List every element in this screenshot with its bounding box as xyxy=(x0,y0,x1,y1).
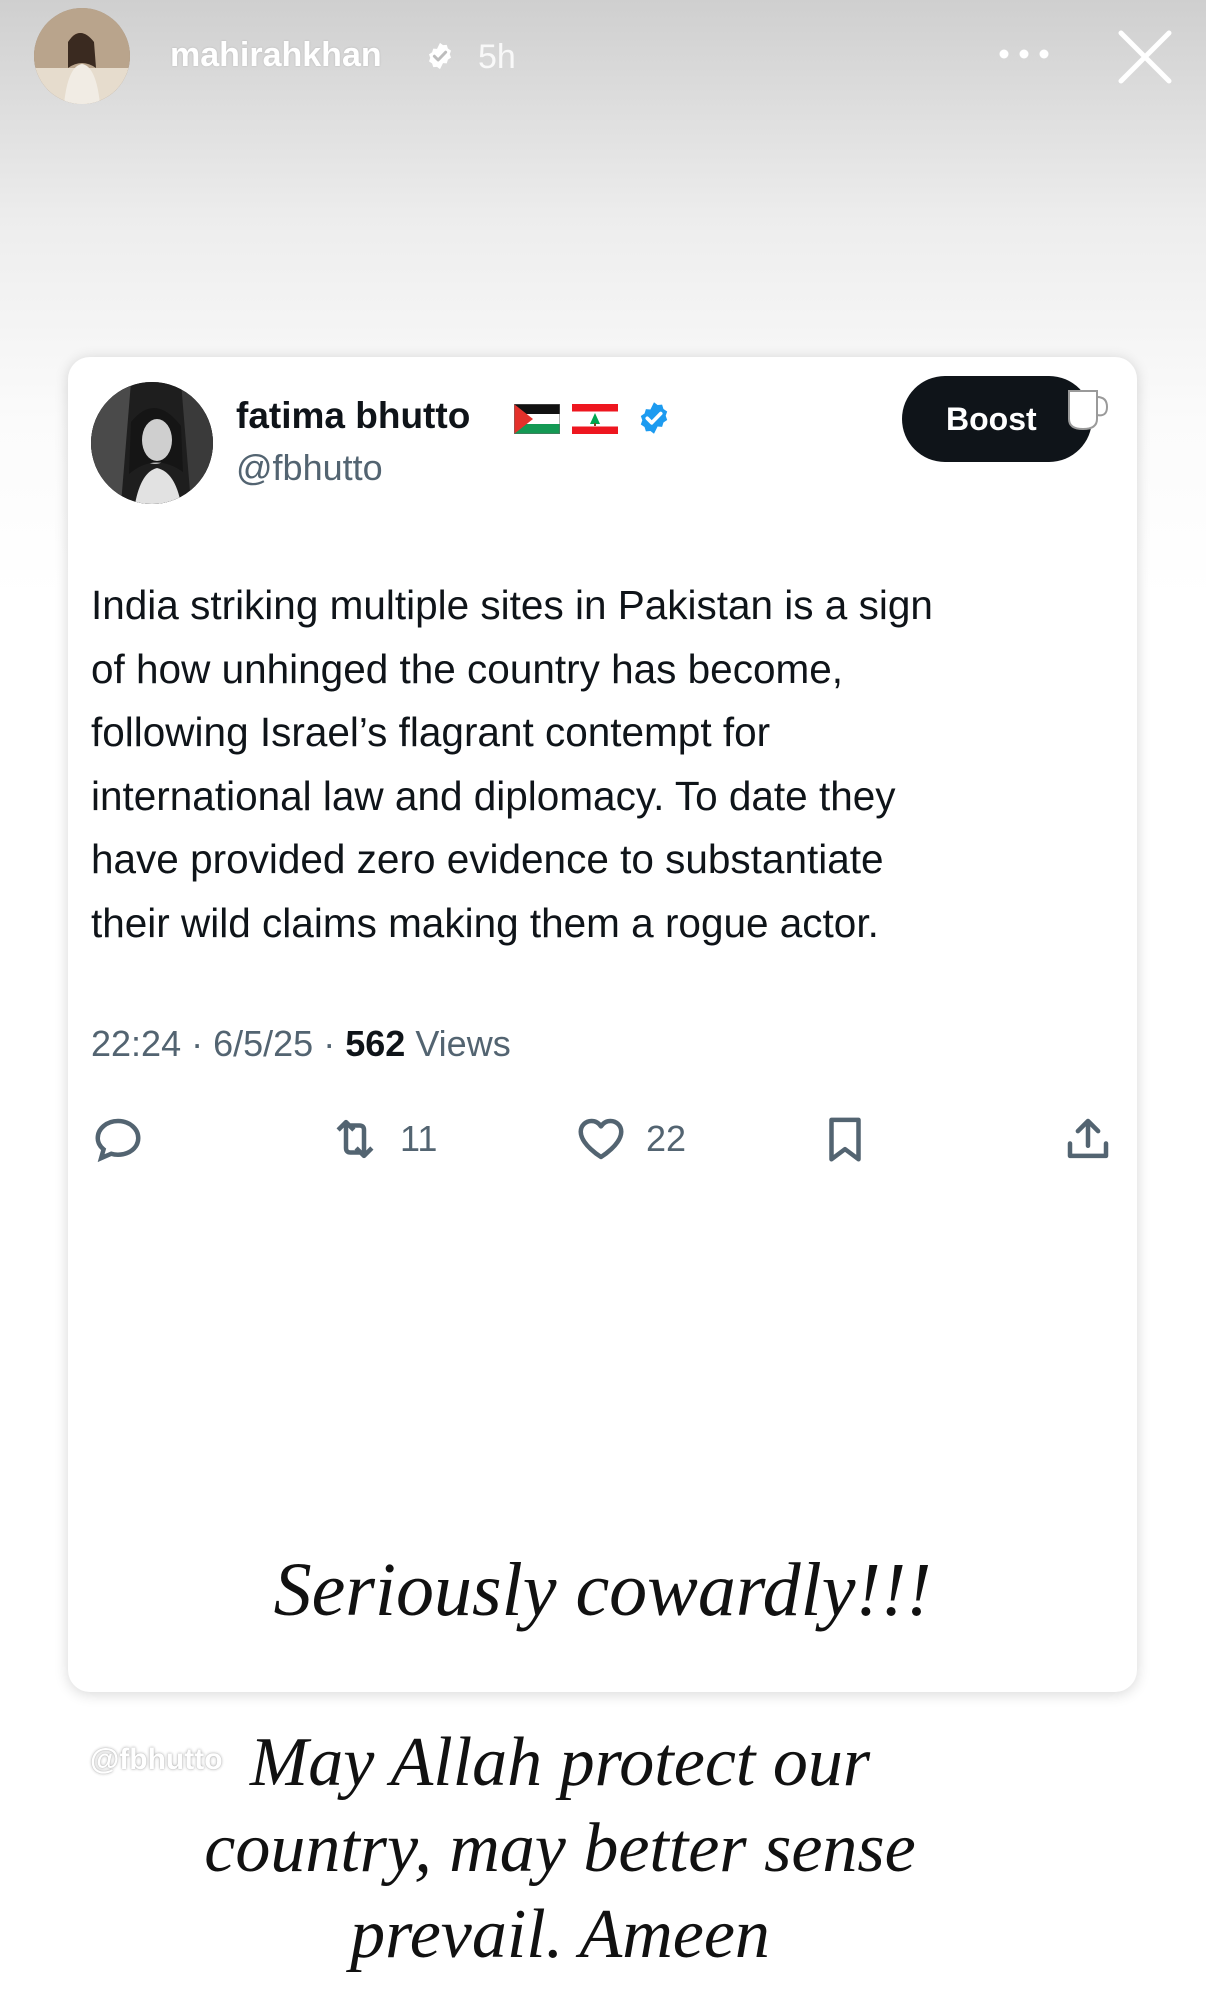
reply-icon xyxy=(95,1118,141,1163)
like-count: 22 xyxy=(646,1118,687,1159)
like-button[interactable]: 22 xyxy=(574,1109,686,1169)
tweet-body-text: India striking multiple sites in Pakista… xyxy=(91,582,933,946)
bookmark-icon xyxy=(829,1117,861,1162)
verified-badge-icon xyxy=(640,402,668,434)
palestine-flag-icon xyxy=(514,404,560,434)
views-count: 562 xyxy=(345,1023,406,1064)
author-display-name[interactable]: fatima bhutto xyxy=(236,395,470,437)
story-caption-top: Seriously cowardly!!! xyxy=(273,1548,932,1632)
share-button[interactable] xyxy=(1061,1109,1115,1169)
meta-separator: · xyxy=(191,1023,214,1064)
lebanon-flag-icon xyxy=(572,404,618,434)
views-label: Views xyxy=(415,1023,511,1064)
story-caption-bottom: May Allah protect our country, may bette… xyxy=(204,1724,916,1973)
meta-separator: · xyxy=(323,1023,346,1064)
avatar-photo-icon xyxy=(34,8,130,104)
bookmark-button[interactable] xyxy=(818,1109,872,1169)
story-username[interactable]: mahirahkhan xyxy=(170,36,382,75)
tweet-time[interactable]: 22:24 xyxy=(91,1023,181,1064)
close-icon[interactable] xyxy=(1113,25,1177,89)
author-handle[interactable]: @fbhutto xyxy=(236,447,383,489)
share-icon xyxy=(1067,1118,1109,1159)
heart-icon xyxy=(578,1118,624,1160)
tweet-meta: 22:24 · 6/5/25 · 562 Views xyxy=(91,1023,511,1065)
story-time: 5h xyxy=(478,38,516,76)
repost-button[interactable]: 11 xyxy=(328,1109,437,1169)
story-avatar[interactable] xyxy=(34,8,130,104)
tweet-date[interactable]: 6/5/25 xyxy=(213,1023,313,1064)
more-options-icon[interactable] xyxy=(995,44,1053,64)
repost-count: 11 xyxy=(400,1118,438,1159)
verified-badge-icon xyxy=(429,42,451,70)
author-photo-icon xyxy=(91,382,213,504)
tweet-author-avatar[interactable] xyxy=(91,382,213,504)
coffee-cup-icon xyxy=(1068,390,1109,431)
story-header: mahirahkhan 5h xyxy=(0,0,1206,120)
reply-button[interactable] xyxy=(91,1109,145,1169)
repost-icon xyxy=(336,1119,374,1159)
tweet-card[interactable]: fatima bhutto @fbhutto Boost India strik… xyxy=(68,357,1137,1692)
